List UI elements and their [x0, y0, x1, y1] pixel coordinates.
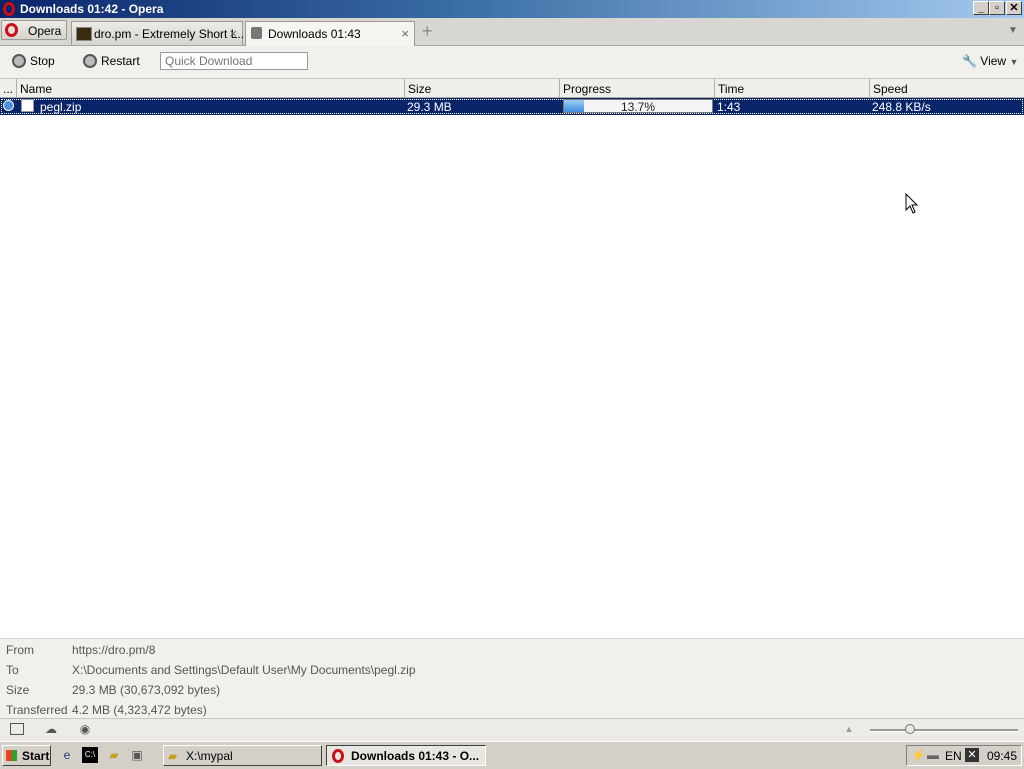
windows-taskbar: Start e C:\ ▰ ▣ ▰ X:\mypal Downloads 01:…: [0, 741, 1024, 769]
from-value[interactable]: https://dro.pm/8: [72, 643, 155, 657]
from-label: From: [6, 643, 34, 657]
tab-downloads[interactable]: Downloads 01:43 ×: [245, 21, 415, 46]
turbo-speed-icon[interactable]: ◉: [78, 723, 92, 735]
opera-logo-icon: [332, 749, 344, 763]
show-desktop-icon[interactable]: ▣: [129, 747, 145, 763]
taskbar-item-opera[interactable]: Downloads 01:43 - O...: [326, 745, 486, 766]
system-tray: ⚡ ▬ EN ✕ 09:45: [906, 745, 1022, 766]
close-button[interactable]: ✕: [1006, 1, 1022, 15]
maximize-button[interactable]: ▫: [989, 1, 1005, 15]
tab-close-icon[interactable]: ×: [401, 26, 409, 41]
internet-explorer-icon[interactable]: e: [59, 747, 75, 763]
drive-icon[interactable]: ▬: [927, 748, 939, 762]
column-header-name[interactable]: Name: [17, 79, 405, 97]
stop-icon: [12, 54, 26, 68]
zoom-slider[interactable]: [870, 724, 1018, 734]
column-header-speed[interactable]: Speed: [870, 79, 1024, 97]
tab-dro-pm[interactable]: dro.pm - Extremely Short L... ×: [71, 21, 247, 45]
zoom-up-icon[interactable]: ▲: [842, 723, 856, 735]
size-label: Size: [6, 683, 30, 697]
opera-logo-icon: [5, 23, 18, 37]
tab-label: dro.pm - Extremely Short L...: [94, 27, 248, 41]
column-header-size[interactable]: Size: [405, 79, 560, 97]
zip-file-icon: [21, 99, 34, 112]
column-header-progress[interactable]: Progress: [560, 79, 715, 97]
language-indicator[interactable]: EN: [945, 749, 962, 763]
clock: 09:45: [987, 749, 1018, 763]
to-label: To: [6, 663, 19, 677]
download-icon: [251, 27, 262, 39]
restart-button[interactable]: Restart: [83, 54, 140, 68]
size-value: 29.3 MB (30,673,092 bytes): [72, 683, 221, 697]
minimize-button[interactable]: _: [973, 1, 989, 15]
restart-label: Restart: [101, 54, 140, 68]
stop-label: Stop: [30, 54, 55, 68]
start-label: Start: [22, 749, 50, 763]
page-favicon-icon: [76, 27, 92, 41]
downloads-toolbar: Stop Restart 🔧 View ▼: [0, 46, 1024, 79]
column-header-time[interactable]: Time: [715, 79, 870, 97]
download-time: 1:43: [717, 100, 741, 114]
tab-close-icon[interactable]: ×: [229, 26, 237, 41]
stop-button[interactable]: Stop: [12, 54, 55, 68]
zoom-slider-handle[interactable]: [904, 724, 915, 734]
column-menu[interactable]: ...: [0, 79, 17, 97]
network-icon[interactable]: ⚡: [911, 748, 926, 762]
window-title: Downloads 01:42 - Opera: [20, 2, 164, 16]
column-header-row: ... Name Size Progress Time Speed: [0, 79, 1024, 98]
title-bar[interactable]: Downloads 01:42 - Opera _ ▫ ✕: [0, 0, 1024, 18]
restart-icon: [83, 54, 97, 68]
downloading-status-icon: [3, 100, 14, 111]
chevron-down-icon: ▼: [1009, 57, 1019, 67]
tab-list-chevron-down-icon[interactable]: ▼: [1008, 25, 1018, 36]
download-name: pegl.zip: [40, 100, 82, 114]
taskbar-item-label: X:\mypal: [186, 749, 233, 763]
opera-unite-cloud-icon[interactable]: ☁: [44, 723, 58, 735]
download-size: 29.3 MB: [407, 100, 452, 114]
view-label: View: [980, 54, 1007, 68]
transferred-label: Transferred: [6, 703, 68, 717]
opera-menu-button[interactable]: Opera: [1, 20, 67, 40]
download-progress-bar: 13.7%: [563, 99, 713, 114]
opera-logo-icon: [3, 2, 15, 16]
opera-menu-label: Opera: [28, 24, 62, 38]
download-speed: 248.8 KB/s: [872, 100, 931, 114]
start-button[interactable]: Start: [2, 745, 51, 766]
new-tab-button[interactable]: +: [422, 21, 433, 42]
view-menu-button[interactable]: 🔧 View ▼: [962, 54, 1018, 68]
mouse-cursor-icon: [905, 193, 919, 214]
app-tray-icon[interactable]: ✕: [965, 748, 979, 762]
folder-icon: ▰: [168, 749, 178, 763]
wrench-icon: 🔧: [962, 54, 977, 68]
transferred-value: 4.2 MB (4,323,472 bytes): [72, 703, 207, 717]
tab-bar: Opera dro.pm - Extremely Short L... × Do…: [0, 18, 1024, 46]
to-value[interactable]: X:\Documents and Settings\Default User\M…: [72, 663, 416, 677]
download-details-panel: From https://dro.pm/8 To X:\Documents an…: [0, 638, 1024, 719]
table-row[interactable]: pegl.zip 29.3 MB 13.7% 1:43 248.8 KB/s: [0, 98, 1024, 115]
panel-toggle-icon[interactable]: [10, 723, 24, 735]
quick-download-input[interactable]: [160, 52, 308, 70]
command-prompt-icon[interactable]: C:\: [82, 747, 98, 763]
taskbar-item-explorer[interactable]: ▰ X:\mypal: [163, 745, 322, 766]
progress-text: 13.7%: [620, 100, 656, 114]
windows-logo-icon: [6, 750, 17, 761]
taskbar-item-label: Downloads 01:43 - O...: [351, 749, 480, 763]
folder-icon[interactable]: ▰: [106, 747, 122, 763]
tab-label: Downloads 01:43: [268, 27, 361, 41]
status-bar: ☁ ◉ ▲: [0, 718, 1024, 741]
